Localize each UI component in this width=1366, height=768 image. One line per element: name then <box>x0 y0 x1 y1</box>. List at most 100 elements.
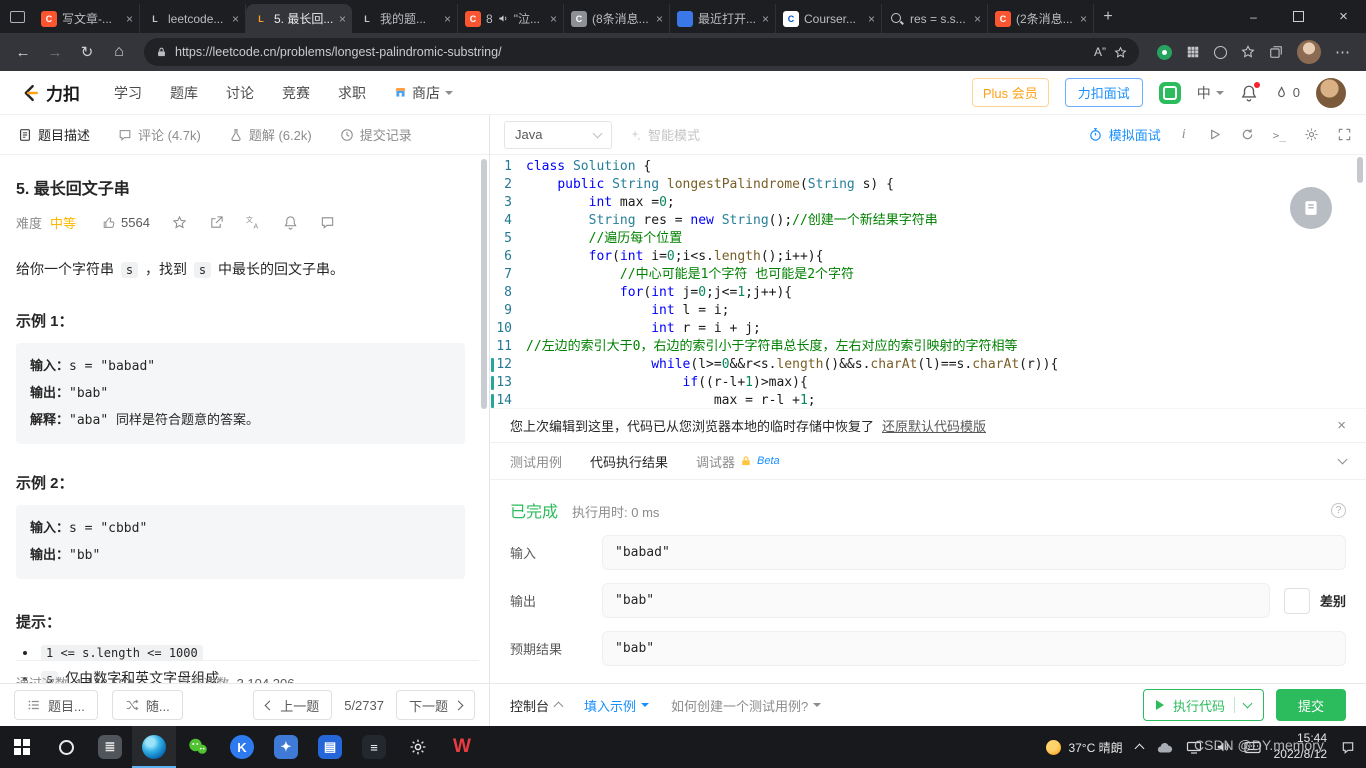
grid-extension-icon[interactable] <box>1186 45 1200 59</box>
tab-close-icon[interactable] <box>232 13 239 25</box>
tab-close-icon[interactable] <box>1080 13 1087 25</box>
code-editor[interactable]: 1 class Solution {2 public String longest… <box>490 155 1366 408</box>
diff-label[interactable]: 差别 <box>1320 591 1346 610</box>
collections-icon[interactable] <box>1269 45 1283 59</box>
next-problem-button[interactable]: 下一题 <box>395 690 475 720</box>
browser-tab[interactable]: 最近打开... <box>670 4 776 33</box>
settings-gear-icon[interactable] <box>1304 127 1319 142</box>
network-icon[interactable] <box>1186 740 1202 754</box>
browser-tab[interactable]: C 8 "泣... <box>458 4 564 33</box>
diff-checkbox[interactable] <box>1283 587 1310 614</box>
info-icon[interactable]: i <box>1179 127 1189 143</box>
tab-close-icon[interactable] <box>974 13 981 25</box>
volume-icon[interactable] <box>1215 740 1231 754</box>
tab-audio-icon[interactable] <box>498 13 509 24</box>
output-value-box[interactable]: "bab" <box>602 583 1270 618</box>
bell-icon[interactable] <box>283 215 298 230</box>
tab-close-icon[interactable] <box>444 13 451 25</box>
search-button[interactable] <box>44 726 88 768</box>
extension-icon-green[interactable] <box>1157 44 1172 60</box>
tab-debugger[interactable]: 调试器 Beta <box>696 452 780 471</box>
console-toggle[interactable]: 控制台 <box>510 696 564 715</box>
editor-scrollbar[interactable] <box>1357 157 1363 183</box>
taskbar-app-settings[interactable] <box>396 726 440 768</box>
tab-testcase[interactable]: 测试用例 <box>510 452 562 471</box>
browser-tab[interactable]: res = s.s... <box>882 4 988 33</box>
weather-widget[interactable]: 37°C 晴朗 <box>1046 739 1123 756</box>
app-download-icon[interactable] <box>1158 81 1181 104</box>
run-code-button[interactable]: 执行代码 <box>1142 689 1264 721</box>
extension-icon[interactable] <box>1214 45 1227 59</box>
home-button[interactable] <box>104 37 134 67</box>
problem-tab-clock[interactable]: 提交记录 <box>326 115 426 154</box>
taskbar-app-7[interactable]: ≡ <box>352 726 396 768</box>
header-nav-4[interactable]: 竞赛 <box>282 83 310 103</box>
back-button[interactable] <box>8 37 38 67</box>
tab-close-icon[interactable] <box>339 13 346 25</box>
submit-button[interactable]: 提交 <box>1275 689 1346 721</box>
browser-tab[interactable]: C (8条消息... <box>564 4 670 33</box>
tab-close-icon[interactable] <box>126 13 133 25</box>
tab-run-result[interactable]: 代码执行结果 <box>590 452 668 471</box>
header-nav-6[interactable]: 商店 <box>394 83 453 103</box>
chevron-down-icon[interactable] <box>1242 698 1253 709</box>
plus-member-button[interactable]: Plus 会员 <box>971 78 1049 107</box>
header-nav-5[interactable]: 求职 <box>338 83 366 103</box>
help-circle-icon[interactable] <box>1331 502 1346 518</box>
header-nav-1[interactable]: 学习 <box>114 83 142 103</box>
problem-tab-flask[interactable]: 题解 (6.2k) <box>215 115 326 154</box>
maximize-button[interactable] <box>1276 0 1321 33</box>
testcase-help-link[interactable]: 如何创建一个测试用例? <box>671 696 822 715</box>
url-text[interactable]: https://leetcode.cn/problems/longest-pal… <box>175 45 1086 59</box>
fill-example-button[interactable]: 填入示例 <box>584 696 650 715</box>
start-button[interactable] <box>0 726 44 768</box>
problem-tab-doc[interactable]: 题目描述 <box>4 115 104 154</box>
smart-mode-toggle[interactable]: 智能模式 <box>628 125 700 144</box>
tab-close-icon[interactable] <box>762 13 769 25</box>
browser-tab[interactable]: Lleetcode... <box>140 4 246 33</box>
browser-tab[interactable]: C (2条消息... <box>988 4 1094 33</box>
header-nav-2[interactable]: 题库 <box>170 83 198 103</box>
notes-float-button[interactable] <box>1290 187 1332 229</box>
share-icon[interactable] <box>209 215 224 230</box>
tab-actions-icon[interactable] <box>0 0 34 33</box>
taskbar-app-wps[interactable]: W <box>440 726 484 768</box>
favorites-bar-icon[interactable] <box>1241 45 1255 59</box>
ime-keyboard-icon[interactable] <box>1244 741 1261 754</box>
random-button[interactable]: 随... <box>111 690 183 720</box>
collapse-chevron-icon[interactable] <box>1337 454 1348 465</box>
restore-default-link[interactable]: 还原默认代码模版 <box>882 416 986 435</box>
tab-close-icon[interactable] <box>656 13 663 25</box>
streak-counter[interactable]: 0 <box>1274 85 1300 101</box>
header-nav-3[interactable]: 讨论 <box>226 83 254 103</box>
action-center-icon[interactable] <box>1340 740 1356 755</box>
forward-button[interactable] <box>40 37 70 67</box>
close-button[interactable] <box>1321 0 1366 33</box>
problem-list-button[interactable]: 题目... <box>14 690 98 720</box>
cloud-icon[interactable] <box>1156 740 1173 754</box>
run-icon[interactable] <box>1207 127 1222 142</box>
close-icon[interactable] <box>1337 417 1346 434</box>
taskbar-app-edge[interactable] <box>132 726 176 768</box>
mock-interview-button[interactable]: 模拟面试 <box>1088 125 1161 144</box>
taskbar-clock[interactable]: 15:44 2022/8/12 <box>1274 731 1327 762</box>
read-aloud-icon[interactable] <box>1094 45 1106 59</box>
tab-close-icon[interactable] <box>550 13 557 25</box>
star-icon[interactable] <box>172 215 187 230</box>
terminal-icon[interactable] <box>1273 126 1286 144</box>
problem-tab-comment[interactable]: 评论 (4.7k) <box>104 115 215 154</box>
taskbar-app-k[interactable]: K <box>220 726 264 768</box>
minimize-button[interactable] <box>1231 0 1276 33</box>
language-select[interactable]: Java <box>504 120 612 149</box>
input-value-box[interactable]: "babad" <box>602 535 1346 570</box>
interview-button[interactable]: 力扣面试 <box>1064 78 1143 107</box>
language-selector[interactable]: 中 <box>1197 83 1224 103</box>
prev-problem-button[interactable]: 上一题 <box>253 690 333 720</box>
taskbar-app-5[interactable]: ✦ <box>264 726 308 768</box>
refresh-button[interactable] <box>72 37 102 67</box>
problem-scrollbar[interactable] <box>481 159 487 409</box>
profile-avatar[interactable] <box>1297 40 1321 64</box>
taskbar-app-1[interactable]: ≣ <box>88 726 132 768</box>
favorite-star-icon[interactable] <box>1114 45 1127 59</box>
translate-icon[interactable]: 文A <box>246 215 261 230</box>
